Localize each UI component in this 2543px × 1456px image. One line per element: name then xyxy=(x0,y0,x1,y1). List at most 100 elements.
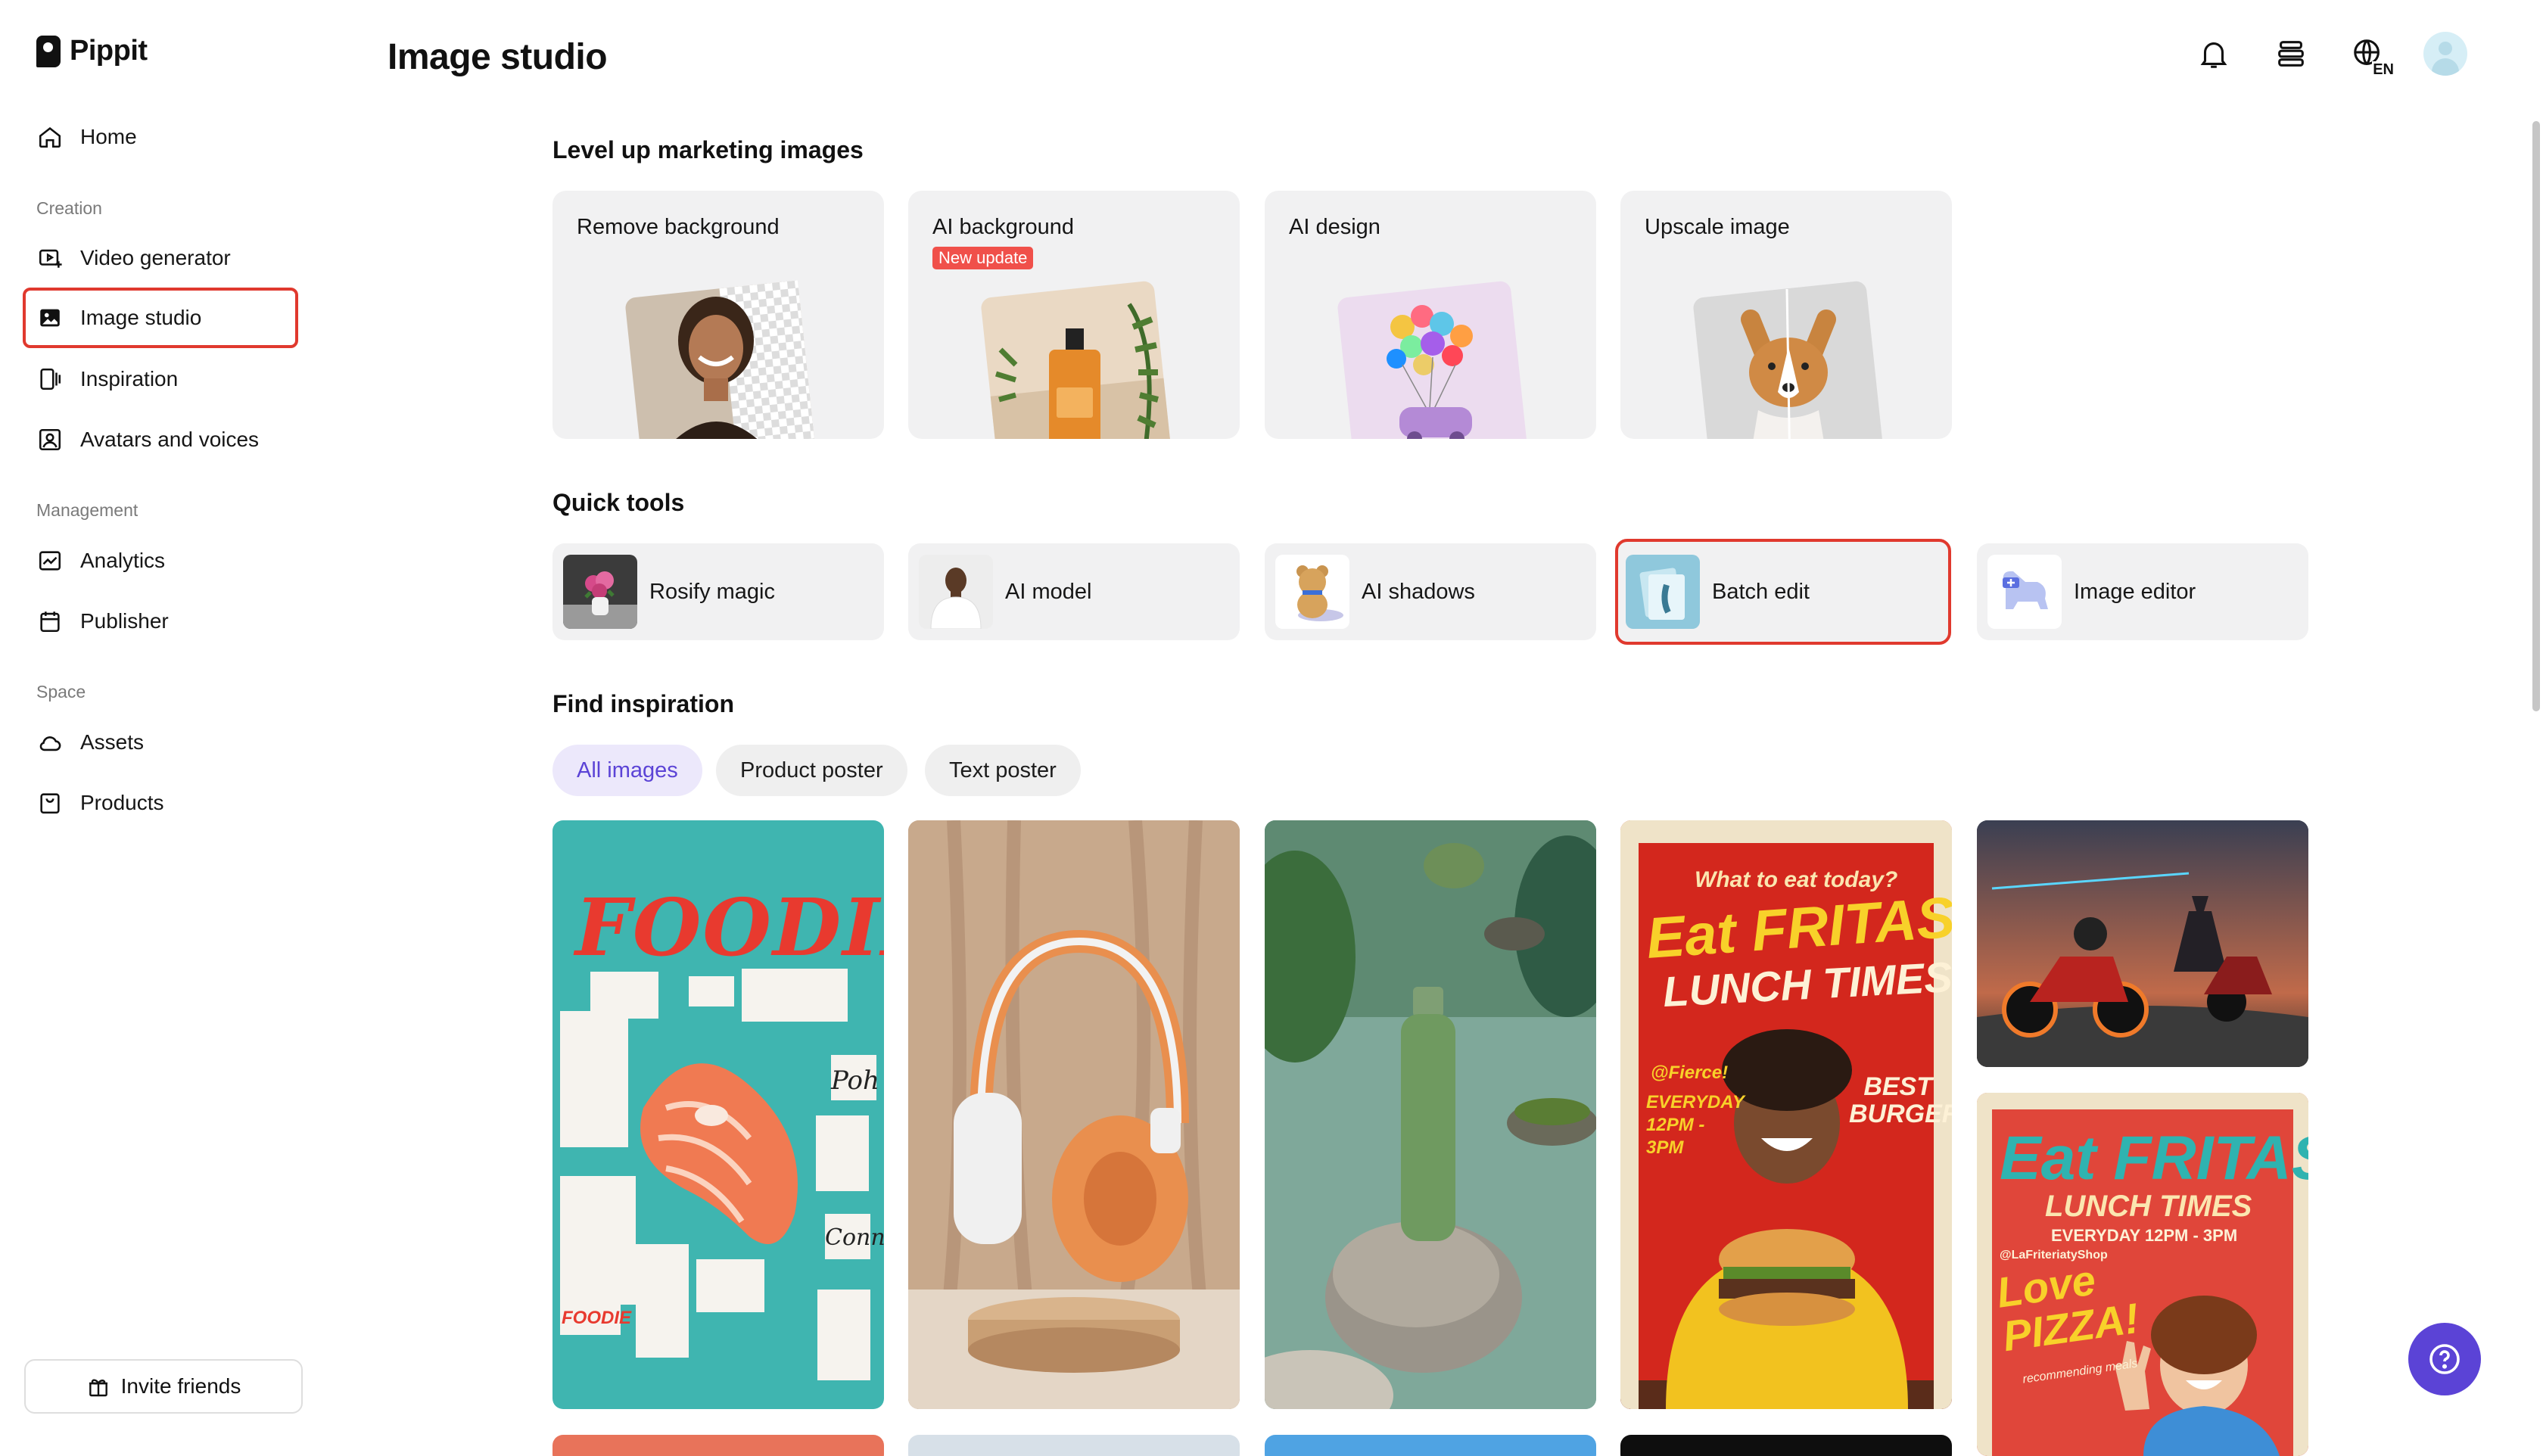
ai-background-card[interactable]: AI background New update xyxy=(908,191,1240,439)
sidebar-item-analytics[interactable]: Analytics xyxy=(23,530,298,591)
home-icon xyxy=(36,123,64,151)
fritas-handle: @Fierce! xyxy=(1651,1062,1729,1083)
globe-icon[interactable]: EN xyxy=(2346,32,2395,79)
space-section-label: Space xyxy=(36,682,86,702)
product-bag-icon xyxy=(36,789,64,817)
gallery-item-partial-2[interactable] xyxy=(908,1435,1240,1456)
new-update-badge: New update xyxy=(932,247,1034,269)
ai-shadows-tool[interactable]: AI shadows xyxy=(1265,543,1596,640)
ai-design-thumbnail xyxy=(1337,281,1528,439)
ai-model-thumbnail xyxy=(919,555,993,629)
sidebar-item-inspiration[interactable]: Inspiration xyxy=(23,349,298,409)
ai-model-tool[interactable]: AI model xyxy=(908,543,1240,640)
layers-icon[interactable] xyxy=(2269,32,2313,76)
page-title: Image studio xyxy=(388,37,608,77)
remove-background-thumbnail xyxy=(625,280,817,439)
sidebar-item-avatars-and-voices[interactable]: Avatars and voices xyxy=(23,409,298,470)
sidebar-item-label: Image studio xyxy=(80,306,202,329)
tool-label: Image editor xyxy=(2074,579,2196,604)
marketing-section-title: Level up marketing images xyxy=(552,136,864,163)
pippit-logo-icon xyxy=(36,35,61,67)
gallery-item-fritas-pizza[interactable]: Eat FRITAS! LUNCH TIMES EVERYDAY 12PM - … xyxy=(1977,1093,2308,1456)
sidebar-item-image-studio[interactable]: Image studio xyxy=(23,288,298,348)
calendar-icon xyxy=(36,608,64,635)
sidebar-item-label: Avatars and voices xyxy=(80,428,260,451)
fritas-best: BEST BURGER! xyxy=(1849,1072,1952,1128)
invite-friends-button[interactable]: Invite friends xyxy=(24,1359,303,1414)
gift-icon xyxy=(86,1374,110,1398)
foodie-side-label-2: Conn xyxy=(825,1224,884,1251)
app-logo[interactable]: Pippit xyxy=(36,35,148,67)
upscale-image-thumbnail xyxy=(1693,281,1884,439)
gallery-item-headphones[interactable] xyxy=(908,820,1240,1409)
sidebar-item-label: Products xyxy=(80,791,164,814)
card-label: AI background xyxy=(932,215,1075,239)
gallery-item-partial-4[interactable] xyxy=(1620,1435,1952,1456)
avatar-icon xyxy=(36,426,64,453)
video-plus-icon xyxy=(36,244,64,272)
sidebar-item-label: Home xyxy=(80,125,137,148)
sidebar-item-label: Video generator xyxy=(80,246,231,269)
filter-all-images[interactable]: All images xyxy=(552,745,702,796)
sidebar-item-label: Publisher xyxy=(80,609,169,633)
rosify-magic-tool[interactable]: Rosify magic xyxy=(552,543,884,640)
cloud-icon xyxy=(36,729,64,756)
foodie-headline: FOODIE xyxy=(575,881,884,974)
ai-background-thumbnail xyxy=(981,281,1172,439)
foodie-tag: FOODIE xyxy=(562,1308,632,1328)
quick-tools-section-title: Quick tools xyxy=(552,489,685,516)
app-name: Pippit xyxy=(70,35,148,67)
pizza-headline: Eat FRITAS! xyxy=(2000,1124,2308,1193)
sidebar-item-assets[interactable]: Assets xyxy=(23,712,298,773)
tool-label: AI model xyxy=(1005,579,1092,604)
gallery-item-bottle[interactable] xyxy=(1265,820,1596,1409)
bell-icon[interactable] xyxy=(2192,32,2236,76)
batch-edit-tool[interactable]: Batch edit xyxy=(1615,539,1951,645)
sidebar-item-label: Assets xyxy=(80,730,145,754)
analytics-icon xyxy=(36,547,64,574)
sidebar: Pippit Home Creation Video generator Ima… xyxy=(0,0,341,1456)
pizza-time: EVERYDAY 12PM - 3PM xyxy=(2051,1226,2238,1245)
tool-label: AI shadows xyxy=(1362,579,1475,604)
tool-label: Batch edit xyxy=(1712,579,1810,604)
page-scrollbar[interactable] xyxy=(2532,121,2540,711)
ai-design-card[interactable]: AI design xyxy=(1265,191,1596,439)
card-label: AI design xyxy=(1289,215,1380,239)
sidebar-item-publisher[interactable]: Publisher xyxy=(23,591,298,652)
gallery-item-partial-3[interactable] xyxy=(1265,1435,1596,1456)
sidebar-item-label: Analytics xyxy=(80,549,166,572)
header-actions: EN xyxy=(2192,32,2467,79)
help-button[interactable] xyxy=(2408,1323,2481,1395)
headphones-artwork xyxy=(908,820,1240,1409)
upscale-image-card[interactable]: Upscale image xyxy=(1620,191,1952,439)
management-section-label: Management xyxy=(36,500,139,520)
bottle-artwork xyxy=(1265,820,1596,1409)
remove-background-card[interactable]: Remove background xyxy=(552,191,884,439)
gallery-item-partial-1[interactable] xyxy=(552,1435,884,1456)
card-label: Upscale image xyxy=(1645,215,1790,239)
rosify-thumbnail xyxy=(563,555,637,629)
language-code: EN xyxy=(2372,61,2395,79)
inspiration-icon xyxy=(36,366,64,393)
creation-section-label: Creation xyxy=(36,198,102,218)
gallery-item-foodie[interactable]: FOODIE Poh Conn FOODIE xyxy=(552,820,884,1409)
image-studio-icon xyxy=(36,304,64,331)
fritas-time: EVERYDAY 12PM - 3PM xyxy=(1646,1092,1745,1158)
gallery-item-motorcycles[interactable] xyxy=(1977,820,2308,1067)
user-avatar[interactable] xyxy=(2423,32,2467,76)
sidebar-item-video-generator[interactable]: Video generator xyxy=(23,228,298,288)
card-label: Remove background xyxy=(577,215,780,239)
foodie-side-label-1: Poh xyxy=(831,1066,879,1096)
fritas-question: What to eat today? xyxy=(1695,867,1898,892)
ai-shadows-thumbnail xyxy=(1275,555,1349,629)
filter-product-poster[interactable]: Product poster xyxy=(716,745,907,796)
image-editor-tool[interactable]: Image editor xyxy=(1977,543,2308,640)
sidebar-item-products[interactable]: Products xyxy=(23,773,298,833)
filter-text-poster[interactable]: Text poster xyxy=(925,745,1081,796)
image-editor-thumbnail xyxy=(1987,555,2062,629)
inspiration-section-title: Find inspiration xyxy=(552,690,734,717)
pizza-subheadline: LUNCH TIMES xyxy=(2045,1190,2252,1223)
sidebar-item-home[interactable]: Home xyxy=(23,107,298,167)
gallery-item-fritas-burger[interactable]: What to eat today? Eat FRITAS! LUNCH TIM… xyxy=(1620,820,1952,1409)
motorcycles-artwork xyxy=(1977,820,2308,1067)
